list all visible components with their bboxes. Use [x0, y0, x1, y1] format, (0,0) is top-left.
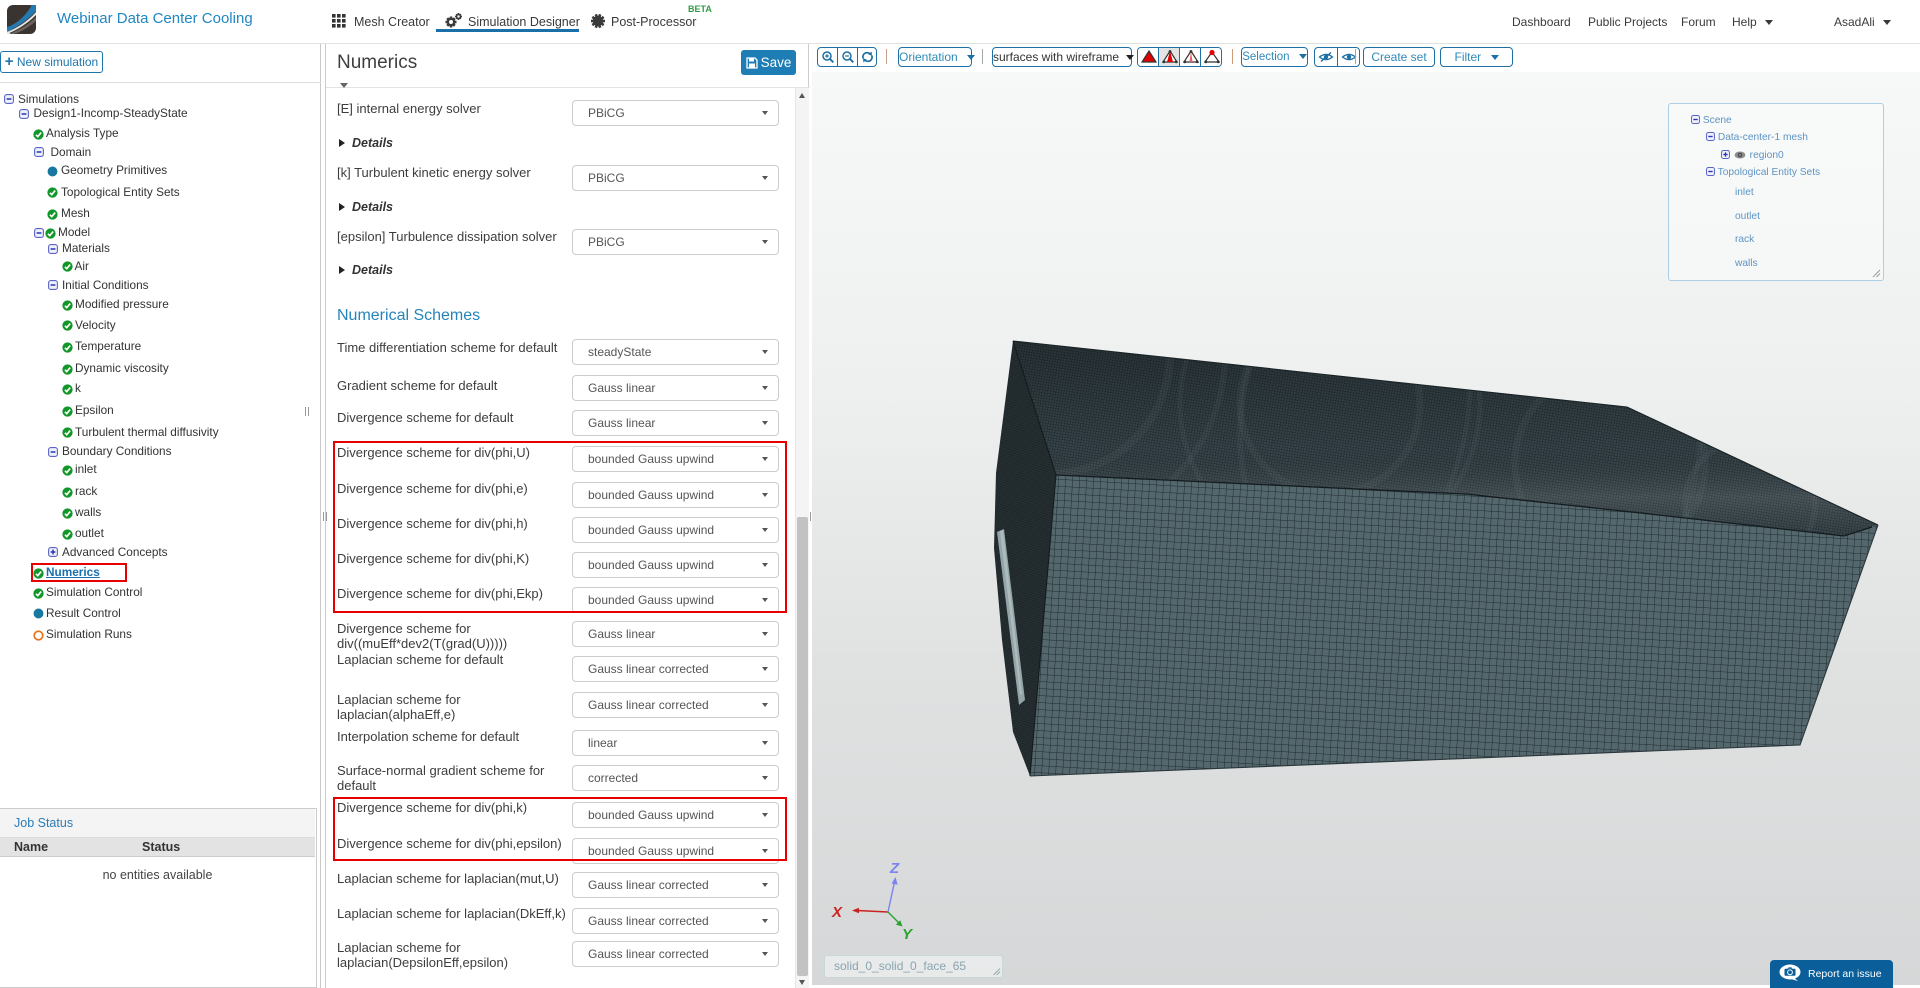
svg-text:X: X — [831, 904, 843, 921]
svg-text:Y: Y — [902, 926, 914, 943]
svg-text:Z: Z — [889, 860, 900, 877]
